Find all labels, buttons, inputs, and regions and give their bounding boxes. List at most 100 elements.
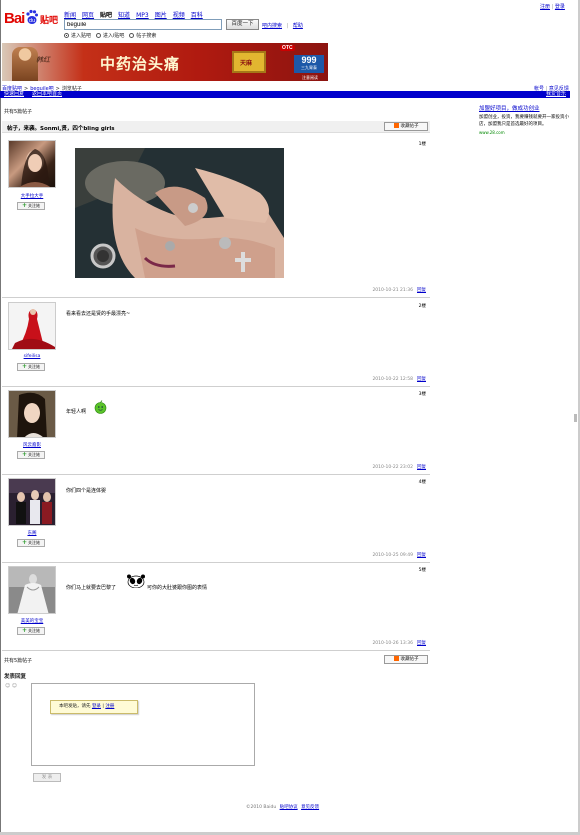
baidu-tieba-logo[interactable]: Bai du 贴吧 bbox=[4, 9, 60, 31]
footer-agreement-link[interactable]: 贴吧协议 bbox=[280, 805, 298, 810]
radio-circle-icon[interactable] bbox=[64, 33, 69, 38]
post-content: 你们四个是连体婴 bbox=[66, 488, 107, 494]
ad-banner[interactable]: 韩红 中药治头痛 天麻 OTC 999 三九胃泰 注意阅读 bbox=[2, 43, 328, 81]
floor-number: 3楼 bbox=[418, 392, 426, 397]
top-nav-item[interactable]: 知道 bbox=[118, 12, 130, 19]
top-nav-item[interactable]: 百科 bbox=[191, 12, 203, 19]
search-mode-radio[interactable]: 帖子搜索 bbox=[129, 32, 156, 39]
back-to-bar-link[interactable]: 返回本吧首页 bbox=[32, 91, 62, 98]
post-time: 2010-10-21 21:36 bbox=[372, 288, 413, 293]
search-mode-radios: 进入贴吧 进入i贴吧 帖子搜索 bbox=[64, 32, 161, 40]
avatar[interactable] bbox=[8, 566, 56, 614]
top-nav-item[interactable]: 图片 bbox=[155, 12, 167, 19]
submit-reply-button[interactable]: 发 表 bbox=[33, 773, 61, 782]
reply-link[interactable]: 回复 bbox=[417, 465, 426, 470]
follow-button[interactable]: +关注她 bbox=[17, 627, 45, 635]
top-nav-item[interactable]: 网页 bbox=[82, 12, 94, 19]
post-divider bbox=[2, 650, 430, 651]
reply-heading: 发表回复 bbox=[4, 674, 27, 680]
radio-circle-icon[interactable] bbox=[129, 33, 135, 38]
post-username[interactable]: 风云裔影 bbox=[2, 442, 62, 448]
search-in-bar-link[interactable]: 吧内搜索 bbox=[262, 23, 282, 29]
avatar[interactable] bbox=[8, 302, 56, 350]
blue-nav-bar: 快速回复 返回本吧首页 我爱音乐 bbox=[0, 91, 570, 98]
top-nav-item[interactable]: 视频 bbox=[173, 12, 185, 19]
search-mode-radio[interactable]: 进入贴吧 bbox=[64, 32, 91, 39]
post-4: 东阁 +关注她 4楼 你们四个是连体婴 2010-10-25 09:49 回复 bbox=[2, 475, 430, 563]
favorite-label: 收藏帖子 bbox=[400, 657, 419, 662]
radio-label: 进入i贴吧 bbox=[103, 33, 125, 39]
reply-link[interactable]: 回复 bbox=[417, 641, 426, 646]
sidebar-ad[interactable]: 加盟好项目，做成功创业 加盟创业，投资，我要赚钱就要开一家投资小店，加盟我只是首… bbox=[479, 104, 571, 135]
footer-copyright: ©2010 Baidu bbox=[246, 805, 277, 810]
reply-textarea[interactable] bbox=[31, 683, 255, 766]
follow-button[interactable]: +关注她 bbox=[17, 363, 45, 371]
sidebar-ad-desc: 加盟创业，投资，我要赚钱就要开一家投资小店，加盟我只是首选最好的项目。 bbox=[479, 115, 569, 127]
post-meta: 2010-10-22 12:58 回复 bbox=[372, 376, 426, 382]
post-username[interactable]: sifeilisa bbox=[2, 354, 62, 359]
post-username[interactable]: 美美的宝宝 bbox=[2, 618, 62, 624]
post-2: sifeilisa +关注她 2楼 看来看去还是贤的手最漂亮~ 2010-10-… bbox=[2, 299, 430, 387]
follow-button[interactable]: +关注她 bbox=[17, 539, 45, 547]
footer: ©2010 Baidu 贴吧协议 意见反馈 bbox=[246, 804, 319, 810]
sidebar-ad-url: www.28.com bbox=[479, 130, 505, 135]
reply-link[interactable]: 回复 bbox=[417, 553, 426, 558]
help-link[interactable]: 帮助 bbox=[293, 23, 303, 29]
post-username[interactable]: 东阁 bbox=[2, 530, 62, 536]
post-1: 大手拉大手 +关注她 1楼 2010-10-21 21:36 回复 bbox=[2, 137, 430, 299]
post-username[interactable]: 大手拉大手 bbox=[2, 193, 62, 199]
top-nav-item[interactable]: MP3 bbox=[136, 12, 149, 19]
post-meta: 2010-10-26 13:36 回复 bbox=[372, 640, 426, 646]
footer-feedback-link[interactable]: 意见反馈 bbox=[301, 805, 319, 810]
rss-icon bbox=[393, 656, 399, 661]
plus-icon: + bbox=[21, 627, 28, 634]
search-mode-radio[interactable]: 进入i贴吧 bbox=[96, 32, 124, 39]
hands-with-rings-photo bbox=[75, 148, 284, 278]
bluebar-right-link[interactable]: 我爱音乐 bbox=[546, 91, 566, 98]
follow-button[interactable]: +关注她 bbox=[17, 451, 45, 459]
avatar[interactable] bbox=[8, 390, 56, 438]
register-link[interactable]: 注册 bbox=[540, 4, 550, 10]
login-link[interactable]: 登录 bbox=[555, 4, 565, 10]
login-tip-register[interactable]: 注册 bbox=[105, 704, 114, 709]
floor-number: 5楼 bbox=[418, 568, 426, 573]
follow-label: 关注她 bbox=[28, 540, 41, 545]
banner-person-image bbox=[12, 47, 38, 81]
rss-icon bbox=[393, 123, 399, 128]
search-button[interactable]: 百度一下 bbox=[226, 19, 259, 30]
favorite-thread-button-bottom[interactable]: 收藏帖子 bbox=[384, 655, 428, 664]
banner-product-pack: 天麻 bbox=[232, 51, 266, 73]
top-nav-item[interactable]: 新闻 bbox=[64, 12, 76, 19]
top-nav-item[interactable]: 贴吧 bbox=[100, 12, 112, 19]
post-image-hands[interactable] bbox=[75, 148, 284, 278]
login-tip-sep: | bbox=[102, 704, 104, 709]
emoticon-toggle-icon[interactable]: ☺ ☺ bbox=[5, 683, 17, 689]
avatar-photo bbox=[9, 391, 55, 437]
radio-circle-icon[interactable] bbox=[96, 33, 102, 38]
banner-title: 中药治头痛 bbox=[100, 55, 181, 73]
login-tip-login[interactable]: 登录 bbox=[92, 704, 101, 709]
banner-otc-badge: OTC bbox=[280, 45, 295, 51]
post-divider bbox=[2, 297, 430, 298]
top-nav: 新闻 网页 贴吧 知道 MP3 图片 视频 百科 bbox=[64, 10, 209, 19]
plus-icon: + bbox=[21, 539, 28, 546]
follow-button[interactable]: +关注她 bbox=[17, 202, 45, 210]
floor-number: 4楼 bbox=[418, 480, 426, 485]
reply-link[interactable]: 回复 bbox=[417, 288, 426, 293]
floor-number: 2楼 bbox=[418, 304, 426, 309]
plus-icon: + bbox=[21, 363, 28, 370]
post-content-part2: 可你的大肚婆跟你图的表情 bbox=[147, 585, 208, 591]
search-input[interactable] bbox=[64, 19, 222, 30]
post-3: 风云裔影 +关注她 3楼 年轻人啊 2010-10-22 23:02 回复 bbox=[2, 387, 430, 475]
banner-signature: 韩红 bbox=[36, 56, 50, 64]
avatar[interactable] bbox=[8, 478, 56, 526]
quick-reply-link[interactable]: 快速回复 bbox=[4, 91, 24, 98]
reply-link[interactable]: 回复 bbox=[417, 377, 426, 382]
favorite-thread-button[interactable]: 收藏帖子 bbox=[384, 122, 428, 131]
scrollbar-thumb[interactable] bbox=[574, 414, 577, 422]
plus-icon: + bbox=[21, 202, 28, 209]
post-time: 2010-10-25 09:49 bbox=[372, 553, 413, 558]
avatar[interactable] bbox=[8, 140, 56, 188]
sidebar-ad-title[interactable]: 加盟好项目，做成功创业 bbox=[479, 104, 571, 112]
favorite-label: 收藏帖子 bbox=[400, 124, 419, 129]
